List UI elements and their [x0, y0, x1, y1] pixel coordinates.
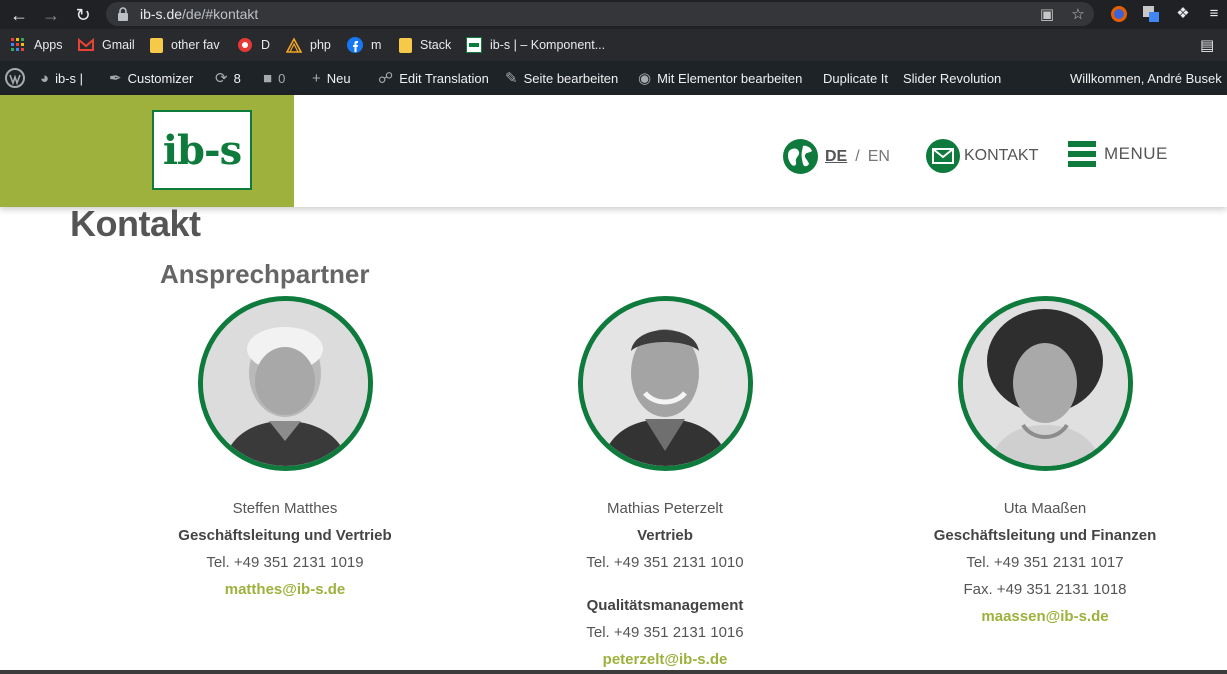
header-contact-link[interactable]: KONTAKT [926, 139, 1038, 173]
section-title: Ansprechpartner [160, 259, 370, 289]
bookmark-stack[interactable]: Stack [399, 29, 451, 61]
bookmark-m[interactable]: m [347, 29, 381, 61]
plus-icon: + [312, 69, 321, 87]
admin-updates-link[interactable]: ⟳ 8 [215, 61, 241, 95]
person-fax: Fax. +49 351 2131 1018 [963, 581, 1127, 598]
menu-label: MENUE [1104, 144, 1168, 163]
person-role: Geschäftsleitung und Finanzen [933, 527, 1157, 544]
globe-icon [783, 139, 818, 174]
bookmark-label: Apps [34, 38, 63, 52]
language-en-link[interactable]: EN [868, 148, 890, 166]
bookmark-label: m [371, 38, 382, 52]
admin-slider-link[interactable]: Slider Revolution [903, 61, 1001, 95]
language-de-link[interactable]: DE [825, 148, 847, 166]
person-name: Uta Maaßen [1003, 500, 1087, 517]
reload-icon[interactable]: ↻ [72, 4, 94, 26]
language-separator: / [855, 147, 860, 165]
person-phone-secondary: Tel. +49 351 2131 1016 [586, 624, 744, 641]
contact-card: Steffen Matthes Geschäftsleitung und Ver… [125, 296, 445, 603]
d-icon [238, 38, 252, 52]
bookmark-label: D [261, 38, 271, 52]
bookmark-php[interactable]: php [286, 29, 331, 61]
contact-card: Uta Maaßen Geschäftsleitung und Finanzen… [885, 296, 1205, 630]
bookmark-gmail[interactable]: Gmail [78, 29, 135, 61]
admin-edit-translation-link[interactable]: ☍ Edit Translation [378, 61, 489, 95]
admin-edit-page-link[interactable]: ✎ Seite bearbeiten [505, 61, 618, 95]
brush-icon: ✒ [109, 70, 122, 87]
bookmark-label: ib-s | – Komponent... [490, 38, 606, 52]
logo-text: ib-s [162, 126, 242, 174]
dashboard-gauge-icon: ◕ [40, 69, 50, 87]
site-logo[interactable]: ib-s [152, 110, 252, 190]
reading-list-icon[interactable]: ▤ [1200, 29, 1214, 61]
translate-extension-icon[interactable] [1142, 5, 1160, 23]
lock-icon [118, 7, 128, 21]
folder-icon [399, 37, 412, 53]
translate-icon[interactable]: ▣ [1038, 6, 1056, 24]
url-text: ib-s.de/de/#kontakt [140, 6, 259, 22]
translation-icon: ☍ [378, 70, 394, 87]
bookmarks-bar: Apps Gmail other fav D php m Stack ib-s … [0, 29, 1227, 61]
forward-icon[interactable]: → [40, 4, 62, 26]
admin-new-link[interactable]: + Neu [312, 61, 351, 95]
bookmark-apps[interactable]: Apps [10, 29, 63, 61]
gmail-icon [78, 37, 94, 51]
bookmark-label: php [310, 38, 331, 52]
extensions-puzzle-icon[interactable]: ❖ [1174, 5, 1192, 23]
site-header: ib-s DE / EN KONTAKT MENUE [0, 95, 1227, 207]
bookmark-d[interactable]: D [237, 29, 270, 61]
bookmark-other-fav[interactable]: other fav [150, 29, 220, 61]
mail-icon [926, 139, 960, 173]
php-icon [286, 37, 302, 53]
admin-site-link[interactable]: ◕ ib-s | [40, 61, 83, 95]
admin-elementor-link[interactable]: ◉ Mit Elementor bearbeiten [638, 61, 802, 95]
wp-admin-bar: ◕ ib-s | ✒ Customizer ⟳ 8 ■ 0 + Neu ☍ Ed… [0, 61, 1227, 95]
portrait-photo [197, 296, 373, 471]
admin-comments-link[interactable]: ■ 0 [263, 61, 285, 95]
bookmark-label: other fav [171, 38, 220, 52]
person-role-secondary: Qualitätsmanagement [586, 597, 744, 614]
person-phone: Tel. +49 351 2131 1010 [586, 554, 744, 571]
page-title: Kontakt [70, 203, 201, 244]
admin-duplicate-link[interactable]: Duplicate It [823, 61, 888, 95]
person-email-link[interactable]: matthes@ib-s.de [125, 576, 445, 603]
hamburger-icon [1068, 141, 1096, 167]
wordpress-logo-icon[interactable] [5, 61, 25, 95]
contact-label: KONTAKT [964, 147, 1039, 164]
facebook-icon [347, 37, 363, 53]
language-switcher: DE / EN [783, 139, 890, 174]
folder-icon [150, 37, 163, 53]
bottom-divider [0, 670, 1227, 674]
person-email-link[interactable]: maassen@ib-s.de [885, 603, 1205, 630]
contact-card: Mathias Peterzelt Vertrieb Tel. +49 351 … [505, 296, 825, 673]
comment-bubble-icon: ■ [263, 69, 273, 87]
header-menu-button[interactable]: MENUE [1068, 141, 1168, 167]
elementor-icon: ◉ [638, 70, 652, 87]
person-phone: Tel. +49 351 2131 1019 [206, 554, 364, 571]
admin-account-link[interactable]: Willkommen, André Busek [1070, 61, 1222, 95]
apps-grid-icon [11, 38, 24, 51]
address-bar[interactable]: ib-s.de/de/#kontakt ▣ ☆ [106, 2, 1094, 26]
star-icon[interactable]: ☆ [1069, 6, 1087, 24]
updates-icon: ⟳ [215, 70, 228, 87]
person-role: Geschäftsleitung und Vertrieb [178, 527, 392, 544]
person-name: Steffen Matthes [232, 500, 338, 517]
pencil-icon: ✎ [505, 70, 518, 87]
admin-customizer-link[interactable]: ✒ Customizer [109, 61, 193, 95]
bookmark-label: Stack [420, 38, 452, 52]
bookmark-label: Gmail [102, 38, 135, 52]
person-email-link[interactable]: peterzelt@ib-s.de [505, 646, 825, 673]
firefox-extension-icon[interactable] [1110, 5, 1128, 23]
person-phone: Tel. +49 351 2131 1017 [966, 554, 1124, 571]
person-name: Mathias Peterzelt [607, 500, 723, 517]
ibs-favicon-icon [466, 37, 482, 53]
browser-toolbar: ← → ↻ ib-s.de/de/#kontakt ▣ ☆ ❖ ≡ [0, 0, 1227, 29]
bookmark-ibs[interactable]: ib-s | – Komponent... [466, 29, 605, 61]
person-role: Vertrieb [637, 527, 693, 544]
portrait-photo [577, 296, 753, 471]
logo-band: ib-s [0, 95, 294, 207]
portrait-photo [957, 296, 1133, 471]
reading-list-icon[interactable]: ≡ [1205, 5, 1223, 23]
back-icon[interactable]: ← [8, 4, 30, 26]
